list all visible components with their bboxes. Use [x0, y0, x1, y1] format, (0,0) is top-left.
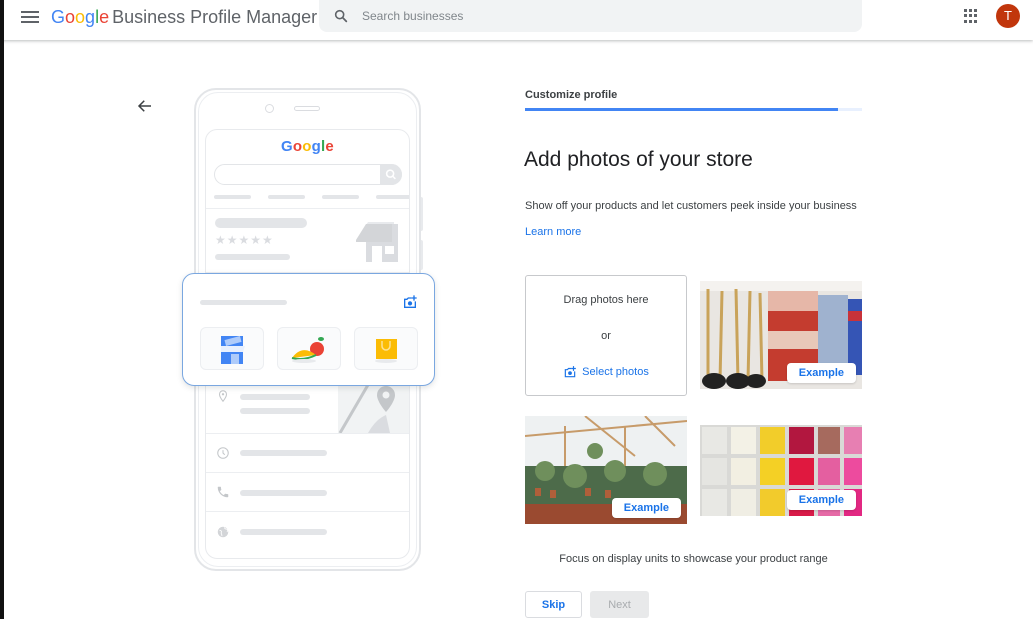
placeholder-bar: [200, 300, 287, 305]
search-bar[interactable]: [319, 0, 862, 32]
google-apps-button[interactable]: [964, 9, 978, 23]
phone-speaker: [294, 106, 320, 111]
globe-icon: [217, 526, 229, 538]
mini-tab: [268, 195, 305, 199]
page-subtitle: Show off your products and let customers…: [525, 200, 857, 212]
apps-icon-dot: [969, 19, 972, 23]
mini-tabs: [214, 195, 409, 199]
example-photo-garden-center: Example: [525, 416, 687, 524]
menu-icon-line: [21, 21, 39, 23]
rating-stars: ★★★★★: [215, 233, 274, 247]
google-logo: Google: [51, 7, 109, 27]
clock-icon: [217, 447, 229, 459]
logo-letter: o: [65, 7, 76, 27]
apps-icon-dot: [964, 19, 967, 23]
select-photos-label: Select photos: [582, 366, 649, 378]
divider: [206, 208, 409, 209]
logo-letter: e: [325, 138, 334, 155]
account-avatar[interactable]: T: [996, 4, 1020, 28]
mini-google-logo: Google: [206, 138, 409, 155]
mini-tab: [214, 195, 251, 199]
top-app-bar: GoogleBusiness Profile Manager T: [0, 0, 1033, 40]
app-brand[interactable]: Google Business Profile Manager: [51, 6, 317, 28]
storefront-icon: [356, 222, 398, 262]
example-photo-hardware-store: Example: [700, 281, 862, 389]
map-thumbnail: [338, 378, 409, 433]
window-edge: [0, 0, 4, 619]
main-menu-button[interactable]: [21, 9, 39, 25]
learn-more-link[interactable]: Learn more: [525, 226, 581, 238]
product-name: Business Profile Manager: [112, 7, 318, 27]
apps-icon-dot: [974, 19, 977, 23]
example-photo-candle-shelves: Example: [700, 425, 862, 516]
next-button[interactable]: Next: [590, 591, 649, 618]
add-photo-icon: [564, 366, 577, 378]
taco-tomato-icon: [291, 337, 324, 363]
logo-letter: e: [99, 7, 110, 27]
progress-bar: [525, 108, 862, 111]
select-photos-button[interactable]: Select photos: [526, 365, 686, 379]
example-badge: Example: [786, 363, 856, 383]
phone-icon: [217, 486, 229, 498]
mini-tab: [322, 195, 359, 199]
shopping-bag-icon: [375, 339, 397, 363]
apps-icon-dot: [969, 9, 972, 12]
food-thumbnail: [277, 327, 341, 370]
shopping-bag-thumbnail: [354, 327, 418, 370]
placeholder-bar: [240, 394, 310, 400]
logo-letter: o: [292, 138, 303, 155]
page-title: Add photos of your store: [524, 148, 753, 171]
store-thumbnail: [200, 327, 264, 370]
search-icon[interactable]: [333, 8, 349, 24]
logo-letter: G: [281, 138, 293, 155]
logo-letter: g: [311, 138, 322, 155]
photo-dropzone[interactable]: Drag photos here or Select photos: [525, 275, 687, 396]
logo-letter: o: [75, 7, 86, 27]
mini-search-button: [380, 164, 402, 185]
apps-icon-dot: [964, 14, 967, 18]
apps-icon-dot: [969, 14, 972, 18]
logo-letter: G: [51, 7, 66, 27]
logo-letter: g: [85, 7, 96, 27]
placeholder-bar: [215, 218, 307, 228]
drag-photos-text: Drag photos here: [563, 294, 649, 306]
mini-tab: [376, 195, 409, 199]
placeholder-bar: [240, 490, 327, 496]
phone-camera: [265, 104, 274, 113]
menu-icon: [21, 11, 39, 13]
divider: [206, 511, 409, 512]
logo-letter: o: [302, 138, 312, 155]
skip-button[interactable]: Skip: [525, 591, 582, 618]
map-pin-icon: [338, 378, 395, 433]
placeholder-bar: [215, 254, 290, 260]
divider: [206, 433, 409, 434]
apps-icon-dot: [974, 9, 977, 12]
mini-search-bar: [214, 164, 402, 185]
apps-icon-dot: [974, 14, 977, 18]
divider: [206, 472, 409, 473]
placeholder-bar: [240, 408, 310, 414]
progress-bar-fill: [525, 108, 839, 111]
mini-search-icon: [385, 169, 396, 180]
example-badge: Example: [611, 498, 681, 518]
placeholder-bar: [240, 450, 327, 456]
example-badge: Example: [786, 490, 856, 510]
search-input[interactable]: [362, 6, 842, 26]
photo-tip-caption: Focus on display units to showcase your …: [559, 553, 828, 565]
location-pin-icon: [218, 390, 228, 403]
placeholder-bar: [240, 529, 327, 535]
menu-icon-line: [21, 16, 39, 18]
add-photo-icon: [404, 295, 417, 308]
step-label: Customize profile: [525, 89, 618, 101]
photos-card-illustration: [182, 273, 435, 386]
or-text: or: [601, 330, 611, 342]
back-arrow-icon[interactable]: [136, 97, 154, 115]
apps-icon: [964, 9, 967, 12]
storefront-icon: [221, 336, 245, 364]
